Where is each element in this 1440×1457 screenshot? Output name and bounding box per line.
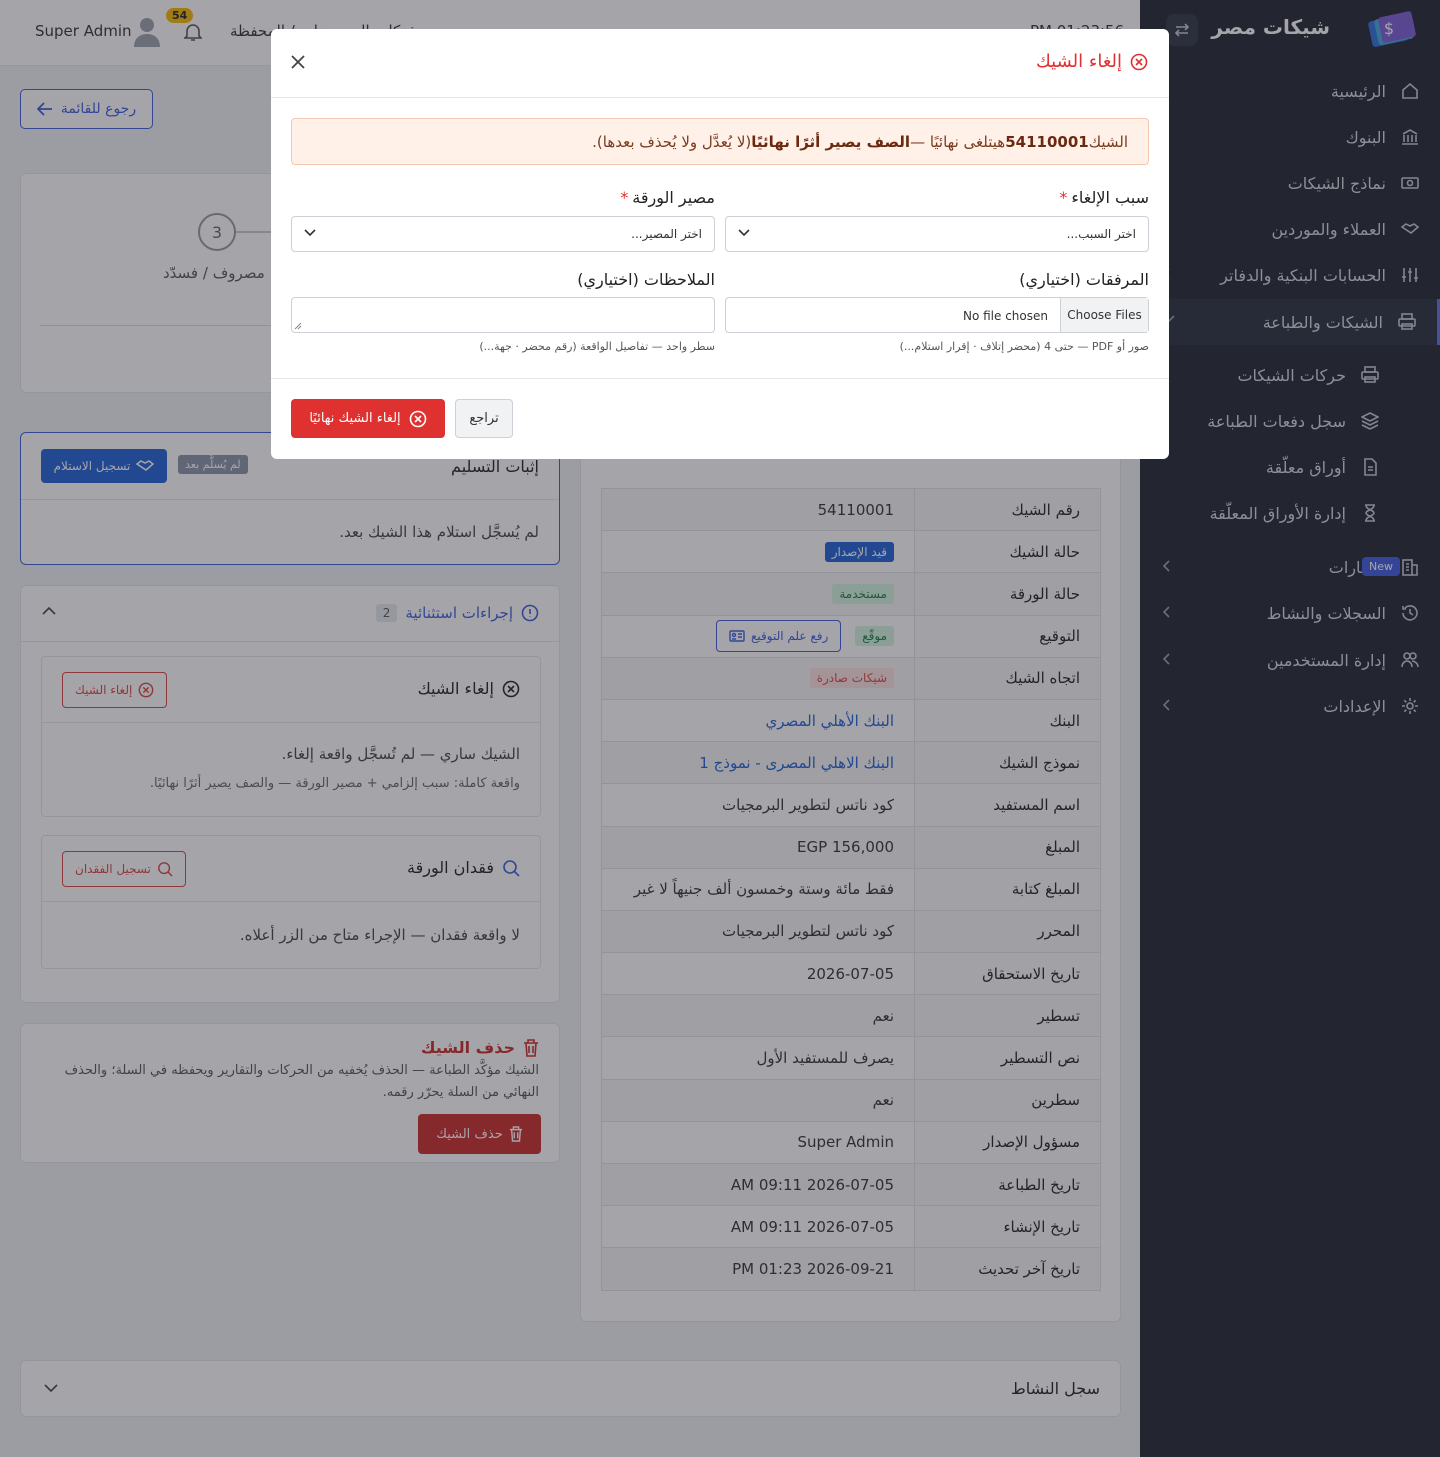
go-back-button[interactable]: تراجع — [455, 399, 513, 438]
warning-alert: الشيك 54110001 هيتلغى نهائيًا — الصف يصي… — [291, 118, 1149, 165]
divider — [271, 378, 1169, 379]
cancel-check-modal: إلغاء الشيك الشيك 54110001 هيتلغى نهائيً… — [271, 29, 1169, 459]
close-icon[interactable] — [289, 53, 307, 71]
notes-help: سطر واحد — تفاصيل الواقعة (رقم محضر · جه… — [479, 340, 715, 353]
notes-label: الملاحظات (اختياري) — [577, 270, 715, 289]
x-circle-icon — [1130, 53, 1148, 71]
fate-select[interactable]: اختر المصير... — [291, 216, 715, 252]
reason-label: سبب الإلغاء* — [1059, 188, 1149, 207]
confirm-cancel-button[interactable]: إلغاء الشيك نهائيًا — [291, 399, 445, 438]
file-status: No file chosen — [962, 309, 1048, 323]
reason-select[interactable]: اختر السبب... — [725, 216, 1149, 252]
resize-handle-icon[interactable] — [294, 322, 302, 330]
chevron-down-icon — [738, 229, 750, 237]
chevron-down-icon — [304, 229, 316, 237]
notes-textarea[interactable] — [291, 297, 715, 333]
divider — [271, 97, 1169, 98]
choose-files-button[interactable]: Choose Files — [1060, 298, 1148, 332]
modal-title: إلغاء الشيك — [1036, 51, 1148, 72]
x-circle-icon — [409, 410, 427, 428]
fate-label: مصير الورقة* — [620, 188, 715, 207]
attachments-help: صور أو PDF — حتى 4 (محضر إتلاف · إقرار ا… — [899, 340, 1149, 353]
attachments-label: المرفقات (اختياري) — [1019, 270, 1149, 289]
attachments-file-input[interactable]: Choose Files No file chosen — [725, 297, 1149, 333]
